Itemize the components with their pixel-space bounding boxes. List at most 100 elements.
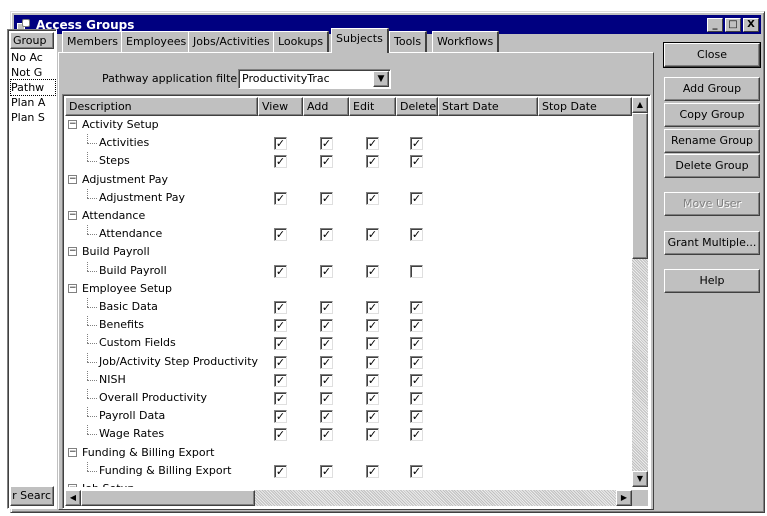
add-checkbox[interactable]: ✓ (320, 428, 333, 441)
view-checkbox[interactable]: ✓ (274, 228, 287, 241)
edit-checkbox[interactable]: ✓ (366, 374, 379, 387)
table-row[interactable]: Payroll Data ✓ ✓ ✓ ✓ (65, 407, 632, 425)
edit-checkbox[interactable]: ✓ (366, 392, 379, 405)
scroll-right-icon[interactable]: ▶ (616, 490, 632, 506)
add-checkbox[interactable]: ✓ (320, 228, 333, 241)
group-list-item[interactable]: Plan S (11, 110, 55, 125)
view-checkbox[interactable]: ✓ (274, 137, 287, 150)
minus-box-icon[interactable]: − (68, 211, 77, 220)
minus-box-icon[interactable]: − (68, 484, 77, 487)
column-add[interactable]: Add (303, 97, 349, 116)
table-row[interactable]: Steps ✓ ✓ ✓ ✓ (65, 152, 632, 170)
group-list-item[interactable]: Plan A (11, 95, 55, 110)
edit-checkbox[interactable]: ✓ (366, 265, 379, 278)
pathway-filter-select[interactable]: ProductivityTrac ▼ (238, 69, 391, 89)
tab-workflows[interactable]: Workflows (432, 31, 500, 52)
view-checkbox[interactable]: ✓ (274, 155, 287, 168)
scroll-left-icon[interactable]: ◀ (65, 490, 81, 506)
minus-box-icon[interactable]: − (68, 120, 77, 129)
delete-group-button[interactable]: Delete Group (664, 154, 760, 178)
tab-jobs-activities[interactable]: Jobs/Activities (188, 31, 276, 52)
add-checkbox[interactable]: ✓ (320, 410, 333, 423)
close-button[interactable]: Close (663, 42, 761, 68)
grant-multiple-button[interactable]: Grant Multiple... (664, 231, 760, 255)
table-row[interactable]: Benefits ✓ ✓ ✓ ✓ (65, 316, 632, 334)
add-checkbox[interactable]: ✓ (320, 392, 333, 405)
scroll-up-icon[interactable]: ▲ (632, 97, 648, 113)
view-checkbox[interactable]: ✓ (274, 428, 287, 441)
add-checkbox[interactable]: ✓ (320, 155, 333, 168)
group-list-item[interactable]: Pathw (10, 79, 56, 96)
delete-checkbox[interactable]: ✓ (410, 155, 423, 168)
add-checkbox[interactable]: ✓ (320, 374, 333, 387)
edit-checkbox[interactable]: ✓ (366, 192, 379, 205)
table-row[interactable]: Wage Rates ✓ ✓ ✓ ✓ (65, 425, 632, 443)
add-checkbox[interactable]: ✓ (320, 137, 333, 150)
view-checkbox[interactable]: ✓ (274, 374, 287, 387)
table-row[interactable]: Attendance ✓ ✓ ✓ ✓ (65, 225, 632, 243)
view-checkbox[interactable]: ✓ (274, 356, 287, 369)
table-row[interactable]: Adjustment Pay ✓ ✓ ✓ ✓ (65, 189, 632, 207)
column-stop-date[interactable]: Stop Date (538, 97, 632, 116)
edit-checkbox[interactable]: ✓ (366, 155, 379, 168)
edit-checkbox[interactable]: ✓ (366, 137, 379, 150)
table-row[interactable]: Funding & Billing Export ✓ ✓ ✓ ✓ (65, 462, 632, 480)
edit-checkbox[interactable]: ✓ (366, 228, 379, 241)
help-button[interactable]: Help (664, 269, 760, 293)
delete-checkbox[interactable]: ✓ (410, 319, 423, 332)
tab-lookups[interactable]: Lookups (273, 31, 330, 52)
tree-group-row[interactable]: − Build Payroll (65, 243, 632, 261)
view-checkbox[interactable]: ✓ (274, 410, 287, 423)
edit-checkbox[interactable]: ✓ (366, 337, 379, 350)
edit-checkbox[interactable]: ✓ (366, 301, 379, 314)
add-group-button[interactable]: Add Group (664, 77, 760, 101)
tree-group-row[interactable]: − Attendance (65, 207, 632, 225)
maximize-button[interactable]: □ (725, 17, 741, 32)
delete-checkbox[interactable] (410, 265, 423, 278)
table-row[interactable]: Custom Fields ✓ ✓ ✓ ✓ (65, 334, 632, 352)
table-row[interactable]: Build Payroll ✓ ✓ ✓ (65, 262, 632, 280)
edit-checkbox[interactable]: ✓ (366, 356, 379, 369)
minus-box-icon[interactable]: − (68, 175, 77, 184)
rename-group-button[interactable]: Rename Group (664, 129, 760, 153)
vertical-scrollbar[interactable]: ▲ ▼ (632, 97, 648, 487)
table-row[interactable]: Job/Activity Step Productivity ✓ ✓ ✓ ✓ (65, 353, 632, 371)
delete-checkbox[interactable]: ✓ (410, 356, 423, 369)
group-list-item[interactable]: Not G (11, 65, 55, 80)
view-checkbox[interactable]: ✓ (274, 392, 287, 405)
view-checkbox[interactable]: ✓ (274, 265, 287, 278)
copy-group-button[interactable]: Copy Group (664, 103, 760, 127)
delete-checkbox[interactable]: ✓ (410, 192, 423, 205)
view-checkbox[interactable]: ✓ (274, 301, 287, 314)
table-row[interactable]: Activities ✓ ✓ ✓ ✓ (65, 134, 632, 152)
table-row[interactable]: Overall Productivity ✓ ✓ ✓ ✓ (65, 389, 632, 407)
horizontal-scrollbar[interactable]: ◀ ▶ (65, 490, 632, 506)
minimize-button[interactable]: _ (707, 17, 723, 32)
group-list-item[interactable]: No Ac (11, 50, 55, 65)
delete-checkbox[interactable]: ✓ (410, 410, 423, 423)
tab-subjects[interactable]: Subjects (331, 28, 389, 53)
tree-group-row[interactable]: − Adjustment Pay (65, 171, 632, 189)
column-delete[interactable]: Delete (396, 97, 438, 116)
tab-members[interactable]: Members (62, 31, 124, 52)
view-checkbox[interactable]: ✓ (274, 465, 287, 478)
horizontal-scroll-thumb[interactable] (81, 490, 255, 506)
tab-employees[interactable]: Employees (121, 31, 193, 52)
column-start-date[interactable]: Start Date (438, 97, 538, 116)
close-window-button[interactable]: X (743, 17, 759, 32)
add-checkbox[interactable]: ✓ (320, 265, 333, 278)
delete-checkbox[interactable]: ✓ (410, 374, 423, 387)
column-edit[interactable]: Edit (349, 97, 396, 116)
column-view[interactable]: View (258, 97, 303, 116)
vertical-scroll-thumb[interactable] (632, 113, 648, 259)
delete-checkbox[interactable]: ✓ (410, 392, 423, 405)
scroll-down-icon[interactable]: ▼ (632, 471, 648, 487)
column-description[interactable]: Description (65, 97, 258, 116)
minus-box-icon[interactable]: − (68, 247, 77, 256)
chevron-down-icon[interactable]: ▼ (373, 71, 389, 87)
minus-box-icon[interactable]: − (68, 448, 77, 457)
group-search-button[interactable]: r Searc (10, 486, 54, 506)
add-checkbox[interactable]: ✓ (320, 337, 333, 350)
edit-checkbox[interactable]: ✓ (366, 428, 379, 441)
add-checkbox[interactable]: ✓ (320, 192, 333, 205)
